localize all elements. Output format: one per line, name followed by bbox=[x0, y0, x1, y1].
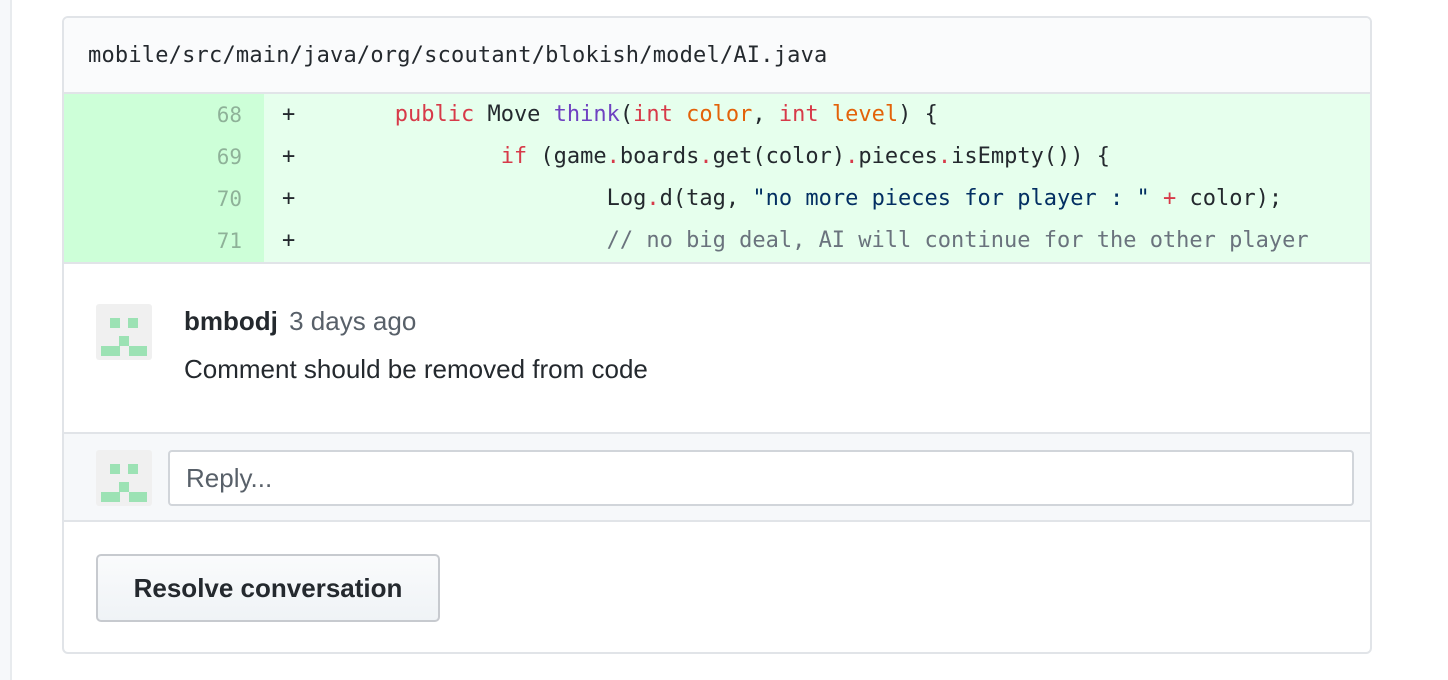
comment-timestamp[interactable]: 3 days ago bbox=[289, 306, 416, 336]
review-comment: bmbodj 3 days ago Comment should be remo… bbox=[64, 264, 1370, 432]
line-code: + if (game.boards.get(color).pieces.isEm… bbox=[264, 136, 1370, 178]
line-number[interactable]: 70 bbox=[64, 178, 264, 220]
line-code: + public Move think(int color, int level… bbox=[264, 94, 1370, 136]
line-number[interactable]: 68 bbox=[64, 94, 264, 136]
avatar-icon[interactable] bbox=[96, 304, 152, 360]
line-number[interactable]: 69 bbox=[64, 136, 264, 178]
comment-body: Comment should be removed from code bbox=[184, 354, 648, 384]
line-number[interactable]: 71 bbox=[64, 220, 264, 262]
resolve-conversation-button[interactable]: Resolve conversation bbox=[96, 554, 440, 622]
diff-line: 71 + // no big deal, AI will continue fo… bbox=[64, 220, 1370, 262]
comment-thread: bmbodj 3 days ago Comment should be remo… bbox=[64, 262, 1370, 522]
comment-author-link[interactable]: bmbodj bbox=[184, 306, 278, 336]
reply-area bbox=[64, 432, 1370, 522]
file-path-link[interactable]: mobile/src/main/java/org/scoutant/blokis… bbox=[88, 43, 827, 68]
diff-line: 69 + if (game.boards.get(color).pieces.i… bbox=[64, 136, 1370, 178]
review-thread-card: mobile/src/main/java/org/scoutant/blokis… bbox=[62, 16, 1372, 654]
line-code: + // no big deal, AI will continue for t… bbox=[264, 220, 1370, 262]
diff-line: 68 + public Move think(int color, int le… bbox=[64, 94, 1370, 136]
timeline-rail bbox=[0, 0, 12, 680]
avatar-icon bbox=[96, 450, 152, 506]
diff-snippet: 68 + public Move think(int color, int le… bbox=[64, 94, 1370, 262]
comment-header: bmbodj 3 days ago bbox=[184, 304, 416, 338]
line-code: + Log.d(tag, "no more pieces for player … bbox=[264, 178, 1370, 220]
file-header: mobile/src/main/java/org/scoutant/blokis… bbox=[64, 18, 1370, 94]
reply-input[interactable] bbox=[168, 450, 1354, 506]
diff-line: 70 + Log.d(tag, "no more pieces for play… bbox=[64, 178, 1370, 220]
